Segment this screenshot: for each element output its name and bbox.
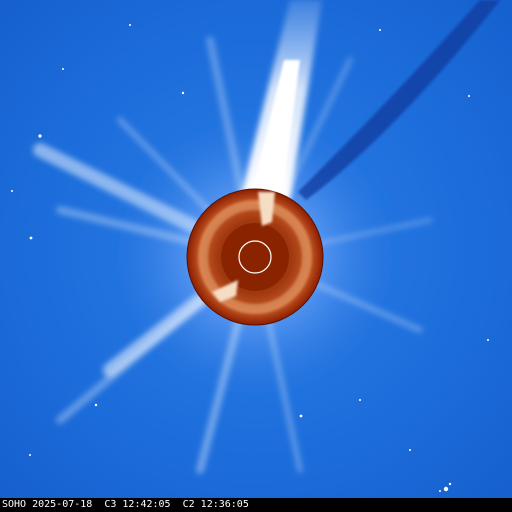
corona-image <box>0 0 512 498</box>
image-caption: SOHO 2025-07-18 C3 12:42:05 C2 12:36:05 <box>0 498 512 512</box>
coronagraph-image-frame: SOHO 2025-07-18 C3 12:42:05 C2 12:36:05 <box>0 0 512 512</box>
